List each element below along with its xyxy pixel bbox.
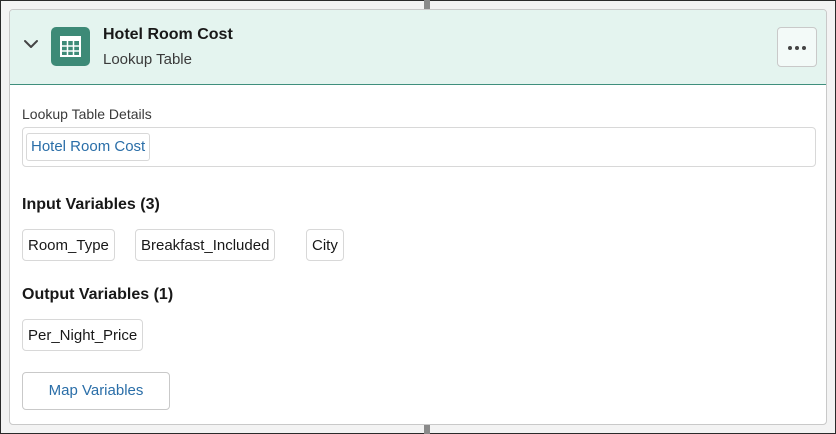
chevron-down-icon[interactable] (22, 35, 40, 53)
input-variables-heading: Input Variables (3) (22, 196, 160, 213)
element-title: Hotel Room Cost (103, 26, 233, 43)
table-icon (51, 27, 90, 66)
output-variables-heading: Output Variables (1) (22, 286, 174, 303)
element-type: Lookup Table (103, 51, 192, 68)
map-variables-button[interactable]: Map Variables (22, 372, 170, 410)
input-variable-pill[interactable]: Breakfast_Included (135, 229, 276, 261)
more-actions-icon (788, 46, 792, 50)
flow-connector-top (424, 0, 430, 9)
lookup-table-field[interactable]: Hotel Room Cost (22, 127, 816, 167)
input-variable-pill[interactable]: City (306, 229, 344, 261)
card-header: Hotel Room Cost Lookup Table (10, 10, 826, 85)
output-variable-pill[interactable]: Per_Night_Price (22, 319, 144, 351)
lookup-table-link[interactable]: Hotel Room Cost (26, 133, 151, 161)
more-actions-button[interactable] (777, 27, 817, 67)
lookup-table-card: Hotel Room Cost Lookup Table Lookup Tabl… (9, 9, 827, 425)
input-variable-pill[interactable]: Room_Type (22, 229, 115, 261)
lookup-details-label: Lookup Table Details (22, 106, 152, 122)
flow-connector-bottom (424, 424, 430, 434)
